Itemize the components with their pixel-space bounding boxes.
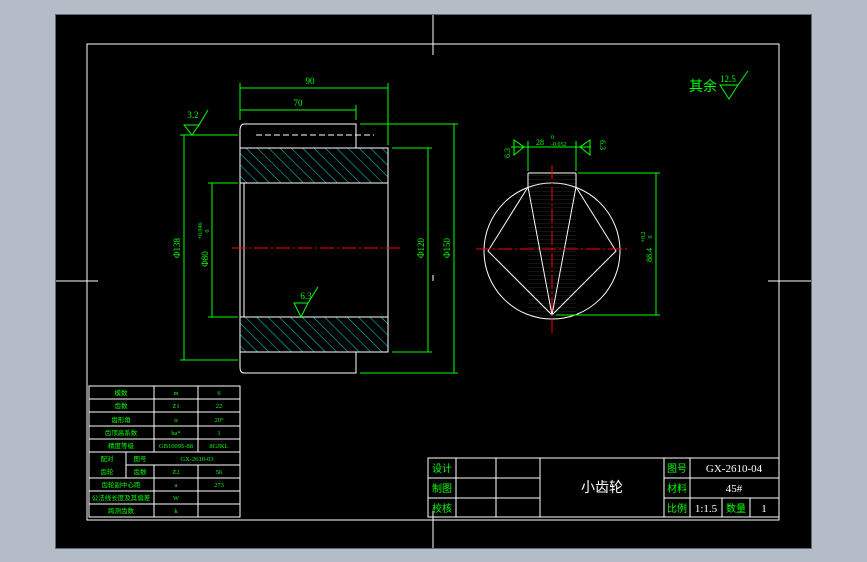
param-lower-1-name: 公法线长度及其偏差 (92, 493, 151, 502)
front-view (232, 123, 401, 374)
design-label: 设计 (432, 462, 452, 475)
figure-no-value: GX-2610-04 (706, 463, 763, 475)
param-row-4-sym: GB10095-88 (159, 443, 193, 450)
dia-max: Φ150 (442, 237, 452, 258)
param-row-1-name: 齿数 (115, 401, 129, 410)
param-row-4-val: 8GJKL (209, 443, 228, 450)
keyway-tol-upper: 0 (551, 135, 554, 141)
param-row-3-name: 齿顶高系数 (105, 428, 138, 437)
general-roughness: 其余 12.5 (689, 70, 749, 100)
pair-gear-label: 齿轮 (101, 467, 115, 476)
param-row-3-val: 1 (217, 430, 220, 437)
roughness-top: 3.2 (187, 110, 198, 120)
param-lower-0-name: 齿轮副中心距 (102, 480, 142, 489)
title-block: 设计 制图 校核 图号 材料 比例 数量 小齿轮 GX-2610-04 45# … (427, 457, 780, 518)
pair-tooth-count-val: 56 (216, 469, 223, 476)
param-lower-0-val: 273 (214, 482, 224, 489)
quantity-value: 1 (761, 503, 767, 515)
pair-tooth-count-sym: Z2 (172, 469, 179, 476)
side-dim-text: 28 0 -0.052 6.3 6.3 88.4 +0.2 0 (503, 135, 654, 262)
figure-no-label: 图号 (667, 463, 687, 475)
keyway-width: 28 (536, 138, 544, 147)
dia-bore-tol-upper: +0.046 (198, 223, 204, 240)
general-roughness-label: 其余 (689, 78, 717, 95)
param-row-2-val: 20° (214, 417, 224, 424)
param-lower-0-sym: a (175, 482, 178, 489)
keyway-depth-tol: +0.2 (641, 232, 647, 243)
dim-hub-length: 70 (294, 98, 304, 108)
param-row-3-sym: ha* (171, 430, 180, 437)
part-name: 小齿轮 (581, 480, 623, 496)
dim-length: 90 (306, 76, 316, 86)
param-lower-2-sym: k (174, 508, 178, 515)
param-row-0-val: 6 (217, 390, 221, 397)
pair-figure-no-value: GX-2610-03 (180, 456, 213, 463)
quantity-label: 数量 (726, 502, 746, 515)
keyway-depth: 88.4 (645, 248, 654, 262)
parameter-table: 模数 m 6 齿数 Z1 22 齿形角 α 20° 齿顶高系数 ha* 1 精度… (88, 385, 241, 518)
roughness-right: 6.3 (598, 140, 607, 150)
drawing-canvas: 90 70 3.2 6.3 Φ138 Φ80 +0.046 0 Φ120 Φ15… (56, 15, 811, 548)
keyway-tol-lower: -0.052 (551, 142, 567, 148)
material-value: 45# (726, 483, 743, 495)
scale-value: 1:1.5 (695, 503, 718, 515)
hatch-bottom (240, 317, 388, 352)
param-row-2-name: 齿形角 (111, 415, 131, 424)
param-row-4-name: 精度等级 (108, 441, 135, 450)
param-row-2-sym: α (174, 417, 178, 424)
param-row-0-name: 模数 (115, 388, 129, 397)
param-row-1-sym: Z1 (172, 403, 179, 410)
dia-hub: Φ120 (416, 237, 426, 258)
hatch-top (240, 148, 388, 183)
keyway-depth-tol-lower: 0 (648, 236, 654, 239)
check-label: 校核 (432, 502, 452, 515)
dia-bore-main: Φ80 (200, 251, 210, 267)
general-roughness-value: 12.5 (720, 74, 736, 84)
dia-outer: Φ138 (172, 237, 182, 258)
side-view (476, 165, 628, 333)
draw-label: 制图 (432, 482, 452, 495)
param-row-1-val: 22 (216, 403, 223, 410)
param-lower-1-sym: W (173, 495, 180, 502)
material-label: 材料 (667, 482, 687, 495)
dia-bore-tol-lower: 0 (205, 230, 211, 233)
pair-tooth-count-label: 齿数 (134, 467, 148, 476)
roughness-bore: 6.3 (300, 291, 312, 301)
pair-figure-no-label: 图号 (134, 455, 148, 463)
param-row-0-sym: m (173, 390, 178, 397)
drawing-viewport[interactable]: 90 70 3.2 6.3 Φ138 Φ80 +0.046 0 Φ120 Φ15… (55, 14, 812, 549)
scale-label: 比例 (667, 502, 687, 515)
param-lower-2-name: 跨测齿数 (108, 506, 135, 515)
pair-label: 配对 (101, 454, 115, 463)
roughness-left: 6.3 (503, 148, 512, 158)
